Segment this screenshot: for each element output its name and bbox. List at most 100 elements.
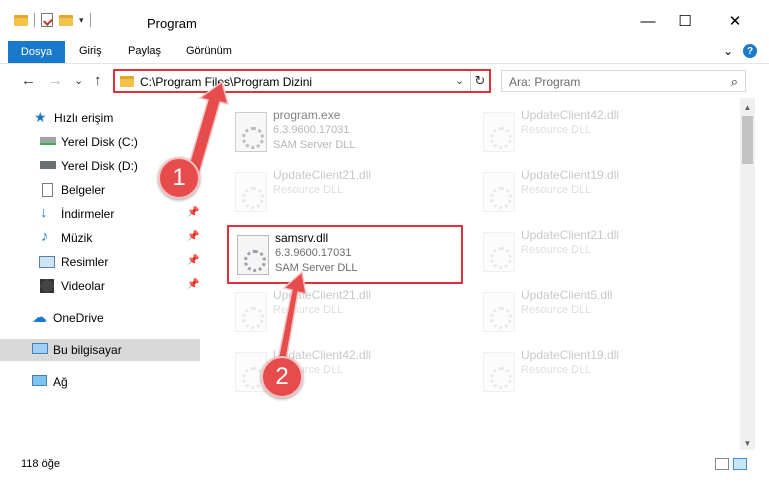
- videos-icon: [40, 279, 54, 293]
- ribbon: Dosya Giriş Paylaş Görünüm ⌄ ?: [0, 40, 769, 64]
- folder-icon[interactable]: [14, 14, 28, 26]
- view-switcher: [715, 458, 747, 470]
- forward-button[interactable]: →: [48, 72, 63, 89]
- file-icon: [235, 292, 267, 332]
- sidebar-item-onedrive[interactable]: ☁ OneDrive: [0, 307, 200, 329]
- music-icon: ♪: [41, 228, 49, 245]
- sidebar-item-local-disk-c[interactable]: Yerel Disk (C:): [0, 131, 200, 153]
- sidebar-item-label: İndirmeler: [61, 207, 115, 221]
- file-description: Resource DLL: [273, 184, 344, 196]
- folder-icon: [120, 76, 134, 87]
- file-icon: [483, 112, 515, 152]
- file-item[interactable]: UpdateClient5.dll Resource DLL: [475, 284, 705, 340]
- file-item[interactable]: program.exe 6.3.9600.17031 SAM Server DL…: [227, 104, 457, 160]
- search-icon[interactable]: ⌕: [731, 74, 738, 90]
- drive-icon: [40, 137, 56, 145]
- title-bar: ▾ Program — ☐ ✕: [0, 0, 769, 40]
- help-icon[interactable]: ?: [743, 44, 757, 58]
- large-icons-view-icon[interactable]: [733, 458, 747, 470]
- close-button[interactable]: ✕: [715, 8, 755, 34]
- file-description: Resource DLL: [521, 184, 592, 196]
- file-icon: [483, 172, 515, 212]
- file-item[interactable]: UpdateClient19.dll Resource DLL: [475, 164, 705, 220]
- address-dropdown-icon[interactable]: ⌄: [455, 74, 464, 87]
- file-icon: [483, 232, 515, 272]
- address-bar[interactable]: C:\Program Files\Program Dizini ⌄ ↻: [113, 69, 491, 93]
- file-item[interactable]: UpdateClient19.dll Resource DLL: [475, 344, 705, 400]
- sidebar-item-videos[interactable]: Videolar 📌: [0, 275, 200, 297]
- sidebar-item-pictures[interactable]: Resimler 📌: [0, 251, 200, 273]
- search-placeholder: Ara: Program: [509, 75, 581, 89]
- address-path[interactable]: C:\Program Files\Program Dizini: [140, 75, 312, 89]
- pin-icon[interactable]: 📌: [187, 207, 199, 218]
- sidebar-item-label: Belgeler: [61, 183, 106, 197]
- file-name: samsrv.dll: [275, 231, 329, 245]
- file-description: Resource DLL: [521, 124, 592, 136]
- file-description: Resource DLL: [521, 304, 592, 316]
- scroll-up-icon[interactable]: ▲: [740, 100, 755, 114]
- callout-2: 2: [261, 356, 303, 398]
- star-icon: ★: [34, 109, 47, 125]
- file-item[interactable]: UpdateClient21.dll Resource DLL: [227, 164, 457, 220]
- expand-ribbon-icon[interactable]: ⌄: [723, 44, 733, 58]
- sidebar-item-music[interactable]: ♪ Müzik 📌: [0, 227, 200, 249]
- minimize-button[interactable]: —: [628, 8, 668, 34]
- tab-share[interactable]: Paylaş: [128, 45, 161, 57]
- file-description: SAM Server DLL: [275, 262, 358, 274]
- navigation-pane: ★ Hızlı erişim Yerel Disk (C:) Yerel Dis…: [0, 98, 205, 450]
- tab-file[interactable]: Dosya: [8, 41, 65, 63]
- sidebar-item-label: Yerel Disk (D:): [61, 159, 138, 173]
- scroll-thumb[interactable]: [742, 116, 753, 164]
- up-button[interactable]: ↑: [94, 72, 102, 89]
- scroll-down-icon[interactable]: ▼: [740, 436, 755, 450]
- pin-icon[interactable]: 📌: [187, 279, 199, 290]
- file-icon: [235, 112, 267, 152]
- new-folder-icon[interactable]: [59, 14, 73, 26]
- pictures-icon: [39, 256, 55, 268]
- file-item[interactable]: UpdateClient21.dll Resource DLL: [475, 224, 705, 280]
- file-item[interactable]: UpdateClient42.dll Resource DLL: [475, 104, 705, 160]
- refresh-button[interactable]: ↻: [470, 71, 489, 91]
- toolbar-divider: [34, 13, 35, 27]
- drive-icon: [40, 161, 56, 169]
- sidebar-item-label: Resimler: [61, 255, 109, 269]
- ribbon-controls: ⌄ ?: [723, 44, 757, 58]
- recent-locations-button[interactable]: ⌄: [74, 74, 83, 87]
- sidebar-item-label: Bu bilgisayar: [53, 343, 122, 357]
- network-icon: [32, 375, 47, 386]
- file-name: program.exe: [273, 108, 341, 122]
- sidebar-item-label: OneDrive: [53, 311, 104, 325]
- callout-1: 1: [158, 157, 200, 199]
- sidebar-item-label: Ağ: [53, 375, 68, 389]
- file-version: 6.3.9600.17031: [275, 247, 352, 259]
- details-view-icon[interactable]: [715, 458, 729, 470]
- customize-toolbar-icon[interactable]: ▾: [79, 15, 84, 26]
- tab-view[interactable]: Görünüm: [186, 45, 232, 57]
- sidebar-item-network[interactable]: Ağ: [0, 371, 200, 393]
- back-button[interactable]: ←: [21, 72, 36, 89]
- file-item[interactable]: UpdateClient21.dll Resource DLL: [227, 284, 457, 340]
- file-description: Resource DLL: [521, 364, 592, 376]
- dll-file-icon: [237, 235, 269, 275]
- file-item-samsrv[interactable]: samsrv.dll 6.3.9600.17031 SAM Server DLL: [227, 225, 463, 284]
- pin-icon[interactable]: 📌: [187, 255, 199, 266]
- properties-icon[interactable]: [41, 13, 53, 27]
- file-name: UpdateClient19.dll: [521, 168, 620, 182]
- download-icon: ↓: [40, 204, 48, 221]
- toolbar-divider: [89, 13, 91, 27]
- quick-access-toolbar: ▾: [14, 13, 91, 27]
- sidebar-item-label: Videolar: [61, 279, 105, 293]
- maximize-button[interactable]: ☐: [665, 8, 705, 34]
- status-bar: 118 öğe: [0, 450, 769, 489]
- file-name: UpdateClient21.dll: [273, 288, 372, 302]
- tab-home[interactable]: Giriş: [79, 45, 102, 57]
- sidebar-item-this-pc[interactable]: Bu bilgisayar: [0, 339, 200, 361]
- item-count: 118 öğe: [21, 458, 60, 470]
- search-input[interactable]: Ara: Program ⌕: [501, 70, 746, 92]
- sidebar-item-quick-access[interactable]: ★ Hızlı erişim: [0, 107, 200, 129]
- vertical-scrollbar[interactable]: ▲ ▼: [740, 98, 755, 450]
- cloud-icon: ☁: [32, 309, 47, 326]
- sidebar-item-downloads[interactable]: ↓ İndirmeler 📌: [0, 203, 200, 225]
- pin-icon[interactable]: 📌: [187, 231, 199, 242]
- file-description: Resource DLL: [273, 304, 344, 316]
